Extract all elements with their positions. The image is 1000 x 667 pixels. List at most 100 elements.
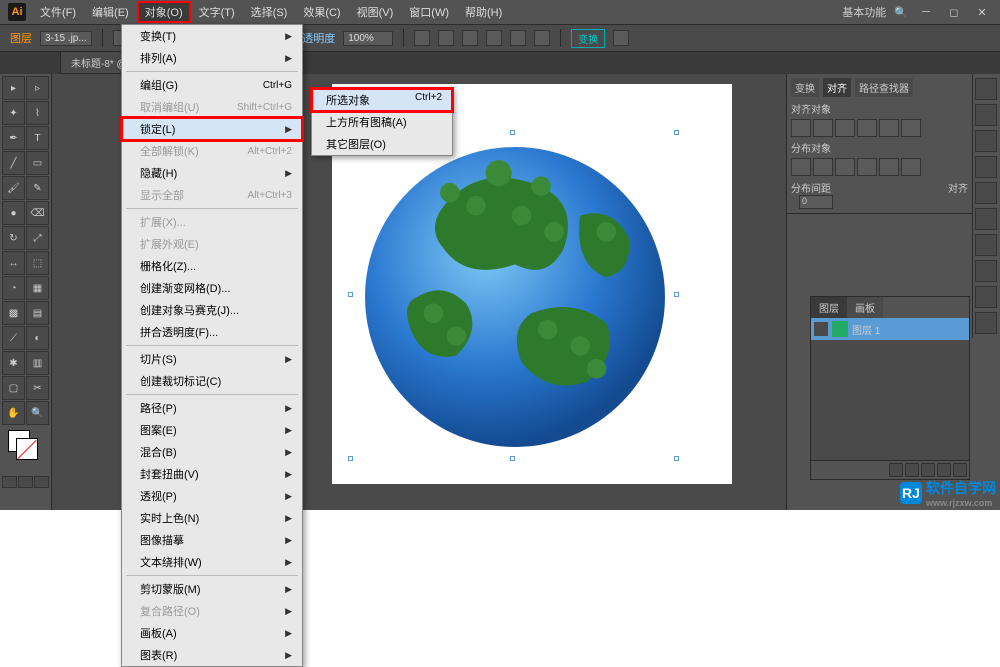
workspace-label[interactable]: 基本功能 [842, 4, 886, 20]
tab-artboards[interactable]: 画板 [847, 297, 883, 318]
brush-tool-icon[interactable]: 🖌 [2, 176, 25, 200]
layer-locate-icon[interactable] [889, 463, 903, 477]
dock-gradient-icon[interactable] [975, 208, 997, 230]
menu-8[interactable]: 帮助(H) [457, 1, 510, 23]
dock-appearance-icon[interactable] [975, 260, 997, 282]
direct-selection-tool-icon[interactable]: ▹ [26, 76, 49, 100]
layer-clip-icon[interactable] [905, 463, 919, 477]
search-icon[interactable]: 🔍 [894, 6, 908, 19]
dock-layers-icon[interactable] [975, 312, 997, 334]
stroke-color-icon[interactable] [16, 438, 38, 460]
minimize-icon[interactable]: ─ [916, 5, 936, 19]
menu-item[interactable]: 实时上色(N)▶ [122, 507, 302, 529]
submenu-item[interactable]: 上方所有图稿(A) [312, 111, 452, 133]
transform-link[interactable]: 变换 [571, 29, 605, 48]
menu-item[interactable]: 编组(G)Ctrl+G [122, 74, 302, 96]
layer-new-icon[interactable] [937, 463, 951, 477]
dock-color-icon[interactable] [975, 78, 997, 100]
hand-tool-icon[interactable]: ✋ [2, 401, 25, 425]
close-icon[interactable]: ✕ [972, 5, 992, 19]
shape-builder-tool-icon[interactable]: ◔ [2, 276, 25, 300]
align-bottom-icon[interactable] [901, 119, 921, 137]
restore-icon[interactable]: ◻ [944, 5, 964, 19]
gradient-tool-icon[interactable]: ▤ [26, 301, 49, 325]
dist-bottom-icon[interactable] [835, 158, 855, 176]
menu-item[interactable]: 栅格化(Z)... [122, 255, 302, 277]
scale-tool-icon[interactable]: ⤢ [26, 226, 49, 250]
menu-item[interactable]: 拼合透明度(F)... [122, 321, 302, 343]
menu-7[interactable]: 窗口(W) [401, 1, 457, 23]
align-icon-3[interactable] [462, 30, 478, 46]
slice-tool-icon[interactable]: ✂ [26, 376, 49, 400]
zoom-tool-icon[interactable]: 🔍 [26, 401, 49, 425]
selection-handle[interactable] [348, 456, 353, 461]
dock-graphic-styles-icon[interactable] [975, 286, 997, 308]
free-transform-tool-icon[interactable]: ⬚ [26, 251, 49, 275]
menu-item[interactable]: 封套扭曲(V)▶ [122, 463, 302, 485]
pencil-tool-icon[interactable]: ✎ [26, 176, 49, 200]
layer-delete-icon[interactable] [953, 463, 967, 477]
menu-item[interactable]: 创建渐变网格(D)... [122, 277, 302, 299]
dist-vcenter-icon[interactable] [813, 158, 833, 176]
line-tool-icon[interactable]: ╱ [2, 151, 25, 175]
selection-tool-icon[interactable]: ▸ [2, 76, 25, 100]
selection-handle[interactable] [674, 292, 679, 297]
align-icon-2[interactable] [438, 30, 454, 46]
menu-item[interactable]: 变换(T)▶ [122, 25, 302, 47]
menu-item[interactable]: 图案(E)▶ [122, 419, 302, 441]
menu-0[interactable]: 文件(F) [32, 1, 84, 23]
type-tool-icon[interactable]: T [26, 126, 49, 150]
align-right-icon[interactable] [835, 119, 855, 137]
draw-normal-icon[interactable] [2, 476, 17, 488]
color-swatch[interactable] [2, 426, 49, 466]
pen-tool-icon[interactable]: ✒ [2, 126, 25, 150]
dock-symbols-icon[interactable] [975, 156, 997, 178]
opacity-input[interactable]: 100% [343, 31, 393, 46]
misc-icon[interactable] [613, 30, 629, 46]
menu-5[interactable]: 效果(C) [295, 1, 348, 23]
menu-item[interactable]: 文本绕排(W)▶ [122, 551, 302, 573]
menu-item[interactable]: 隐藏(H)▶ [122, 162, 302, 184]
dock-brushes-icon[interactable] [975, 130, 997, 152]
menu-item[interactable]: 画板(A)▶ [122, 622, 302, 644]
menu-item[interactable]: 透视(P)▶ [122, 485, 302, 507]
blend-tool-icon[interactable]: ◐ [26, 326, 49, 350]
align-icon-1[interactable] [414, 30, 430, 46]
align-icon-6[interactable] [534, 30, 550, 46]
eyedropper-tool-icon[interactable]: ⟋ [2, 326, 25, 350]
width-tool-icon[interactable]: ↔ [2, 251, 25, 275]
tab-pathfinder[interactable]: 路径查找器 [855, 78, 913, 97]
layer-row[interactable]: 图层 1 [811, 318, 969, 340]
align-top-icon[interactable] [857, 119, 877, 137]
align-icon-5[interactable] [510, 30, 526, 46]
rectangle-tool-icon[interactable]: ▭ [26, 151, 49, 175]
menu-2[interactable]: 对象(O) [137, 1, 191, 23]
artboard-tool-icon[interactable]: ▢ [2, 376, 25, 400]
draw-behind-icon[interactable] [18, 476, 33, 488]
dock-stroke-icon[interactable] [975, 182, 997, 204]
dock-swatches-icon[interactable] [975, 104, 997, 126]
align-left-icon[interactable] [791, 119, 811, 137]
submenu-item[interactable]: 其它图层(O) [312, 133, 452, 155]
dock-transparency-icon[interactable] [975, 234, 997, 256]
doc-tab-small[interactable]: 3-15 .jp... [40, 31, 92, 46]
menu-item[interactable]: 图表(R)▶ [122, 644, 302, 666]
menu-item[interactable]: 创建裁切标记(C) [122, 370, 302, 392]
menu-item[interactable]: 图像描摹▶ [122, 529, 302, 551]
menu-1[interactable]: 编辑(E) [84, 1, 137, 23]
eraser-tool-icon[interactable]: ⌫ [26, 201, 49, 225]
visibility-icon[interactable] [814, 322, 828, 336]
mesh-tool-icon[interactable]: ▩ [2, 301, 25, 325]
lasso-tool-icon[interactable]: ⌇ [26, 101, 49, 125]
selection-handle[interactable] [674, 130, 679, 135]
dist-hcenter-icon[interactable] [879, 158, 899, 176]
symbol-sprayer-tool-icon[interactable]: ✱ [2, 351, 25, 375]
tab-transform[interactable]: 变换 [791, 78, 819, 97]
perspective-tool-icon[interactable]: ▦ [26, 276, 49, 300]
selection-handle[interactable] [674, 456, 679, 461]
menu-3[interactable]: 文字(T) [191, 1, 243, 23]
draw-inside-icon[interactable] [34, 476, 49, 488]
menu-item[interactable]: 路径(P)▶ [122, 397, 302, 419]
align-hcenter-icon[interactable] [813, 119, 833, 137]
tab-layers[interactable]: 图层 [811, 297, 847, 318]
